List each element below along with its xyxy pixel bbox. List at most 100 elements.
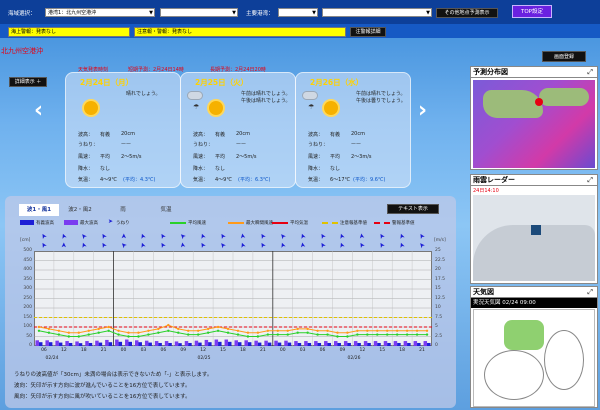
radar-map bbox=[473, 195, 595, 281]
tab-wave1[interactable]: 波1・風1 bbox=[19, 204, 59, 216]
wind-type: 平均 bbox=[215, 154, 226, 160]
gust-line-point bbox=[296, 327, 299, 331]
max-wave-bar bbox=[115, 339, 119, 346]
y-tick-label: 350 bbox=[23, 276, 32, 282]
wave-bar bbox=[118, 341, 123, 346]
next-arrow-icon[interactable]: › bbox=[418, 98, 427, 123]
y-tick-label: 0 bbox=[29, 343, 32, 348]
wave-direction-arrow-icon: ➤ bbox=[98, 231, 109, 241]
temp-value: 4～9℃ bbox=[215, 177, 232, 183]
gust-line-point bbox=[246, 331, 250, 334]
warning-detail-button[interactable]: 注警報詳細 bbox=[350, 27, 386, 37]
gust-line-point bbox=[57, 329, 61, 332]
wave-bar bbox=[178, 343, 182, 346]
max-wave-bar bbox=[274, 340, 278, 346]
wave-direction-arrow-icon: ➤ bbox=[238, 232, 248, 240]
legend-line bbox=[322, 222, 338, 224]
forecast-map-panel[interactable]: 予測分布図 ⤢ bbox=[470, 66, 598, 170]
location-marker-icon bbox=[535, 98, 543, 106]
x-tick-label: 06 bbox=[319, 348, 326, 353]
wave-label: 波高： bbox=[308, 132, 324, 138]
port-select-2[interactable]: ▼ bbox=[322, 8, 432, 17]
max-wave-bar bbox=[85, 341, 89, 346]
wave-direction-arrow-icon: ➤ bbox=[277, 231, 288, 241]
wind-type: 平均 bbox=[100, 154, 111, 160]
x-tick-label: 00 bbox=[279, 348, 286, 353]
radar-panel[interactable]: 雨雲レーダー ⤢ 24日14:10 bbox=[470, 174, 598, 284]
max-wave-bar bbox=[324, 341, 328, 346]
weather-map-panel[interactable]: 天気図 ⤢ 実況天気図 02/24 09:00 bbox=[470, 286, 598, 408]
wave-direction-arrow-icon: ➤ bbox=[337, 231, 348, 241]
max-wave-bar bbox=[65, 341, 69, 346]
gust-line-point bbox=[117, 329, 120, 332]
wave-label: 波高： bbox=[78, 132, 94, 138]
wind-line-point bbox=[236, 333, 240, 336]
prev-arrow-icon[interactable]: ‹ bbox=[34, 98, 43, 123]
expand-icon[interactable]: ⤢ bbox=[587, 288, 593, 297]
expand-icon[interactable]: ⤢ bbox=[587, 68, 593, 77]
wave-value: 20cm bbox=[236, 131, 250, 137]
umbrella-icon: ☂ bbox=[193, 103, 200, 111]
top-settings-button[interactable]: TOP設定 bbox=[512, 5, 552, 18]
sun-icon bbox=[84, 101, 98, 115]
wind-line-point bbox=[425, 333, 429, 336]
tab-wave2[interactable]: 波2・風2 bbox=[60, 204, 100, 216]
y-tick-label: 200 bbox=[23, 305, 32, 310]
gust-line-point bbox=[187, 329, 190, 332]
tab-temp[interactable]: 気温 bbox=[148, 204, 184, 216]
card-desc: 晴れでしょう。 bbox=[126, 91, 161, 97]
max-wave-bar bbox=[254, 340, 258, 346]
wind-line-point bbox=[286, 333, 289, 336]
x-tick-label: 18 bbox=[240, 348, 246, 353]
temp-avg: (平均：9.6℃) bbox=[353, 177, 386, 183]
wave-bar bbox=[237, 342, 242, 346]
gust-line-point bbox=[366, 329, 369, 332]
wave-bar bbox=[218, 341, 222, 346]
wind-line-point bbox=[57, 333, 61, 336]
max-wave-bar bbox=[35, 340, 39, 346]
wind-line-point bbox=[226, 331, 230, 334]
max-wave-bar bbox=[294, 341, 298, 346]
wave-bar bbox=[98, 342, 103, 346]
max-wave-bar bbox=[373, 341, 378, 346]
precip-label: 降水： bbox=[308, 166, 324, 172]
umbrella-icon: ☂ bbox=[308, 103, 315, 111]
temp-label: 気温： bbox=[78, 177, 94, 183]
y-tick-label: 500 bbox=[23, 248, 32, 253]
wind-direction-arrow-icon: ➤ bbox=[178, 241, 188, 249]
max-wave-bar bbox=[383, 341, 388, 346]
wave-bar bbox=[247, 342, 252, 346]
wave-bar bbox=[287, 342, 292, 346]
wind-direction-arrow-icon: ➤ bbox=[397, 240, 407, 250]
wave-direction-arrow-icon: ➤ bbox=[377, 231, 388, 241]
gust-line-point bbox=[137, 331, 140, 334]
wave-bar bbox=[337, 342, 341, 346]
gust-line-point bbox=[326, 329, 329, 332]
expand-icon[interactable]: ⤢ bbox=[587, 176, 593, 185]
legend-line bbox=[272, 222, 288, 224]
detail-view-button[interactable]: 詳細表示 ＋ bbox=[9, 77, 47, 87]
wind-line-point bbox=[97, 331, 100, 334]
station-select[interactable]: 港湾1：北九州空港沖 ▼ bbox=[45, 8, 155, 17]
tab-rain[interactable]: 雨 bbox=[108, 204, 138, 216]
other-point-button[interactable]: その他地点予測表示 bbox=[436, 8, 498, 18]
text-display-button[interactable]: テキスト表示 bbox=[387, 204, 439, 214]
port-select[interactable]: ▼ bbox=[278, 8, 318, 17]
gust-line-point bbox=[316, 329, 319, 332]
legend-line bbox=[374, 222, 390, 224]
wave-bar bbox=[327, 342, 332, 346]
land-shape bbox=[539, 88, 589, 106]
forecast-card-day2: 2月25日（火） ☂ 午前は晴れでしょう。午後は晴れでしょう。 波高： 有義 20c… bbox=[180, 72, 296, 188]
wind-direction-arrow-icon: ➤ bbox=[317, 240, 328, 250]
x-tick-label: 09 bbox=[180, 348, 187, 353]
wind-value: 2～5m/s bbox=[236, 154, 257, 160]
station-select-2[interactable]: ▼ bbox=[160, 8, 238, 17]
wave-bar bbox=[88, 342, 93, 346]
max-wave-bar bbox=[55, 340, 59, 346]
forecast-card-day1: 2月24日（月） 晴れでしょう。 波高： 有義 20cm うねり： ーー 風速： 平均 2… bbox=[65, 72, 181, 188]
gust-line-point bbox=[376, 329, 379, 332]
wind-line-point bbox=[316, 333, 319, 336]
card-date: 2月25日（火） bbox=[195, 78, 249, 87]
wind-direction-arrow-icon: ➤ bbox=[377, 240, 388, 250]
register-screen-button[interactable]: 画面登録 bbox=[542, 51, 586, 62]
